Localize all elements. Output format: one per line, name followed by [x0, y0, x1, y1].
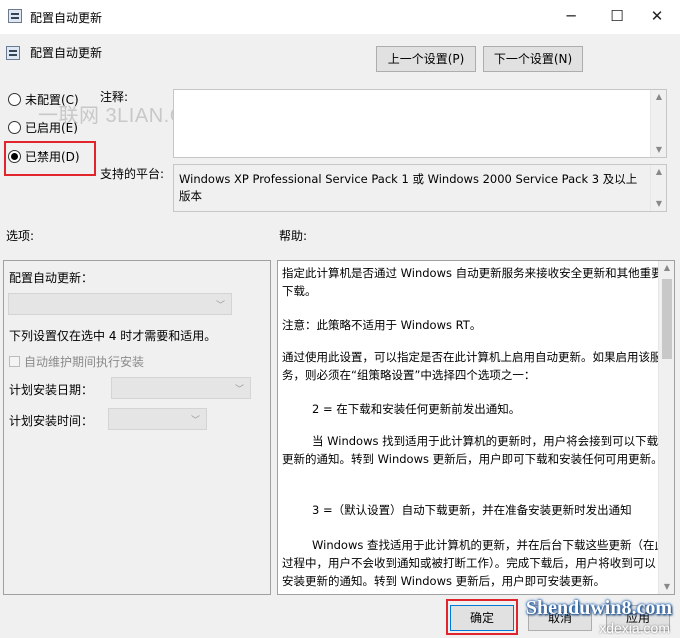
- options-panel: 配置自动更新： ﹀ 下列设置仅在选中 4 时才需要和适用。 自动维护期间执行安装…: [3, 260, 271, 595]
- scroll-down-icon[interactable]: ▼: [659, 580, 675, 594]
- comment-scrollbar[interactable]: ▲ ▼: [650, 90, 666, 157]
- scroll-up-icon[interactable]: ▲: [651, 165, 667, 179]
- help-label: 帮助:: [279, 229, 308, 243]
- comment-label: 注释:: [100, 90, 129, 104]
- maintenance-checkbox-row[interactable]: 自动维护期间执行安装: [9, 353, 144, 370]
- platform-text: Windows XP Professional Service Pack 1 或…: [179, 172, 638, 203]
- close-button[interactable]: ✕: [634, 0, 680, 34]
- next-setting-button[interactable]: 下一个设置(N): [483, 46, 583, 72]
- schedule-time-label: 计划安装时间：: [9, 414, 94, 428]
- scroll-up-icon[interactable]: ▲: [659, 261, 675, 275]
- minimize-button[interactable]: ─: [548, 0, 594, 34]
- maintenance-checkbox[interactable]: [9, 356, 20, 367]
- previous-setting-button[interactable]: 上一个设置(P): [376, 46, 476, 72]
- radio-label: 已启用(E): [25, 120, 78, 135]
- radio-label: 已禁用(D): [25, 149, 80, 164]
- scroll-thumb[interactable]: [662, 279, 672, 359]
- platform-label: 支持的平台:: [100, 167, 165, 181]
- radio-button[interactable]: [8, 120, 21, 134]
- help-paragraph: 当 Windows 找到适用于此计算机的更新时，用户将会接到可以下载更新的通知。…: [282, 434, 663, 466]
- title-bar: 配置自动更新 ─ ☐ ✕: [0, 0, 680, 34]
- help-scrollbar[interactable]: ▲ ▼: [658, 261, 674, 594]
- schedule-day-dropdown[interactable]: ﹀: [111, 377, 251, 399]
- radio-button-selected[interactable]: [8, 149, 21, 163]
- help-paragraph: Windows 查找适用于此计算机的更新，并在后台下载这些更新（在此过程中，用户…: [282, 538, 666, 588]
- configure-label: 配置自动更新：: [9, 271, 94, 285]
- setting-title: 配置自动更新: [30, 46, 103, 60]
- configure-dropdown[interactable]: ﹀: [8, 293, 232, 315]
- radio-disabled[interactable]: 已禁用(D): [8, 147, 80, 165]
- help-paragraph: 注意：此策略不适用于 Windows RT。: [282, 318, 482, 332]
- watermark-bottom: Shenduwin8.com: [525, 597, 672, 619]
- schedule-time-dropdown[interactable]: ﹀: [108, 408, 207, 430]
- help-panel: 指定此计算机是否通过 Windows 自动更新服务来接收安全更新和其他重要下载。…: [277, 260, 675, 595]
- setting-icon: [6, 46, 20, 60]
- options-note: 下列设置仅在选中 4 时才需要和适用。: [9, 329, 217, 343]
- schedule-day-label: 计划安装日期：: [9, 383, 94, 397]
- watermark-bottom-small: xdexia.com: [599, 620, 670, 636]
- chevron-down-icon: ﹀: [215, 301, 225, 311]
- comment-field[interactable]: ▲ ▼: [173, 89, 667, 158]
- scroll-up-icon[interactable]: ▲: [651, 90, 667, 104]
- scroll-down-icon[interactable]: ▼: [651, 143, 667, 157]
- maintenance-checkbox-label: 自动维护期间执行安装: [24, 355, 145, 369]
- help-paragraph: 2 = 在下载和安装任何更新前发出通知。: [312, 402, 521, 416]
- radio-label: 未配置(C): [25, 92, 79, 107]
- help-paragraph: 3 =（默认设置）自动下载更新，并在准备安装更新时发出通知: [312, 503, 632, 517]
- radio-not-configured[interactable]: 未配置(C): [8, 90, 79, 108]
- policy-icon: [8, 9, 22, 23]
- help-paragraph: 指定此计算机是否通过 Windows 自动更新服务来接收安全更新和其他重要下载。: [282, 266, 663, 298]
- platform-field: Windows XP Professional Service Pack 1 或…: [173, 164, 667, 212]
- radio-enabled[interactable]: 已启用(E): [8, 118, 78, 136]
- radio-button[interactable]: [8, 92, 21, 106]
- scroll-down-icon[interactable]: ▼: [651, 197, 667, 211]
- platform-scrollbar[interactable]: ▲ ▼: [650, 165, 666, 211]
- help-paragraph: 通过使用此设置，可以指定是否在此计算机上启用自动更新。如果启用该服务，则必须在“…: [282, 350, 662, 382]
- chevron-down-icon: ﹀: [234, 385, 244, 395]
- window-title: 配置自动更新: [30, 11, 103, 25]
- options-label: 选项:: [6, 229, 35, 243]
- ok-button[interactable]: 确定: [450, 605, 514, 631]
- chevron-down-icon: ﹀: [190, 416, 200, 426]
